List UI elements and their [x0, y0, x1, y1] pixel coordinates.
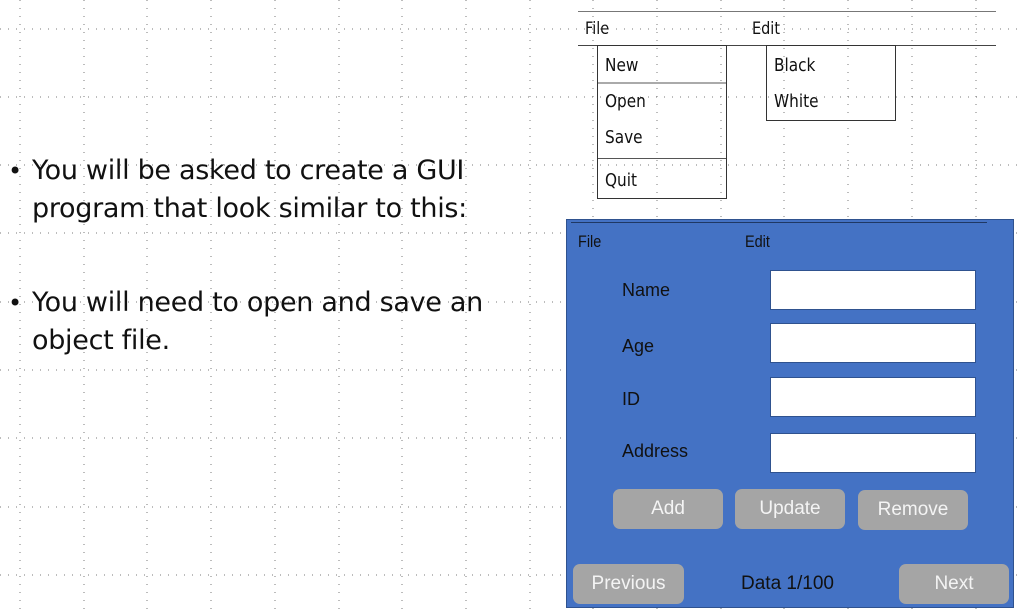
menu-item-quit[interactable]: Quit	[605, 170, 637, 191]
remove-button[interactable]: Remove	[858, 490, 968, 530]
bullet-item: • You will need to open and save an obje…	[8, 284, 528, 360]
bullet-line: program that look similar to this:	[32, 193, 467, 224]
update-button[interactable]: Update	[735, 489, 845, 529]
file-dropdown: New Open Save Quit	[597, 45, 727, 199]
bullet-line: object file.	[32, 325, 170, 356]
menu-item-save[interactable]: Save	[605, 127, 643, 148]
address-label: Address	[622, 441, 689, 461]
name-input[interactable]	[770, 270, 976, 310]
menu-item-black[interactable]: Black	[774, 55, 815, 76]
menubar-top-border	[578, 11, 996, 12]
id-label: ID	[622, 389, 640, 409]
menu-item-white[interactable]: White	[774, 91, 818, 112]
address-input[interactable]	[770, 433, 976, 473]
window-menu-edit[interactable]: Edit	[745, 232, 770, 252]
menu-item-open[interactable]: Open	[605, 91, 646, 112]
menu-edit[interactable]: Edit	[752, 19, 780, 39]
name-label: Name	[622, 280, 671, 300]
menu-separator	[598, 158, 726, 159]
age-label: Age	[622, 336, 655, 356]
edit-dropdown: Black White	[766, 45, 896, 121]
bullet-line: You will be asked to create a GUI	[32, 155, 465, 186]
add-button[interactable]: Add	[613, 489, 723, 529]
id-input[interactable]	[770, 377, 976, 417]
bullet-icon: •	[8, 289, 22, 317]
menu-separator	[598, 82, 726, 84]
app-window: File Edit Name Age ID Address Add Update…	[566, 219, 1014, 608]
next-button[interactable]: Next	[899, 564, 1009, 604]
menu-file[interactable]: File	[585, 19, 609, 39]
window-menu-file[interactable]: File	[578, 232, 601, 252]
slide-bullet-list: • You will be asked to create a GUI prog…	[8, 152, 528, 360]
bullet-icon: •	[8, 157, 22, 185]
record-counter: Data 1/100	[741, 573, 834, 594]
menu-item-new[interactable]: New	[605, 55, 638, 76]
previous-button[interactable]: Previous	[573, 564, 684, 604]
age-input[interactable]	[770, 323, 976, 363]
bullet-item: • You will be asked to create a GUI prog…	[8, 152, 528, 228]
window-top-border	[571, 222, 987, 223]
bullet-line: You will need to open and save an	[32, 287, 483, 318]
